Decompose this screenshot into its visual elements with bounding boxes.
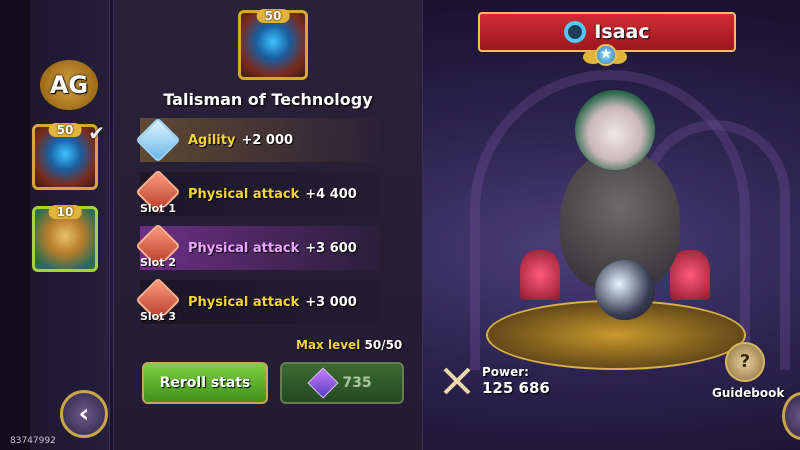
reroll-cost-button[interactable]: 735: [280, 362, 404, 404]
stat-value: +3 000: [305, 294, 357, 310]
selected-check-icon: ✔: [88, 121, 105, 145]
game-logo: AG: [40, 60, 98, 110]
stat-name: Physical attack: [188, 186, 300, 202]
slot-label: Slot 1: [140, 202, 176, 215]
crossed-swords-icon: [440, 364, 474, 398]
crystal-icon: [307, 367, 339, 399]
user-id: 83747992: [10, 436, 56, 446]
sidebar-item-second-artifact[interactable]: 10: [32, 205, 98, 272]
item-level-badge: 10: [48, 205, 82, 219]
item-level-badge: 50: [48, 123, 82, 137]
slot-label: Slot 2: [140, 256, 176, 269]
stat-value: +2 000: [241, 132, 294, 148]
hero-portrait: [520, 80, 730, 360]
slot-label: Slot 3: [140, 310, 176, 323]
stat-value: +3 600: [305, 240, 357, 256]
stat-name: Physical attack: [188, 240, 300, 256]
back-arrow-button[interactable]: ‹: [60, 390, 108, 438]
gear-icon: [564, 21, 587, 43]
talisman-level-badge: 50: [256, 9, 290, 23]
guidebook-button[interactable]: ? Guidebook: [712, 342, 785, 400]
left-edge-strip: [0, 0, 30, 450]
sidebar-item-talisman[interactable]: 50 ✔: [32, 121, 105, 190]
stat-name: Agility: [188, 132, 236, 148]
talisman-icon: 50: [238, 9, 308, 80]
guidebook-icon: ?: [725, 342, 765, 382]
hero-power: Power: 125 686: [440, 364, 550, 398]
reroll-cost: 735: [342, 375, 372, 391]
power-label: Power:: [482, 365, 529, 379]
guidebook-label: Guidebook: [712, 386, 785, 400]
reroll-stats-button[interactable]: Reroll stats: [142, 362, 268, 404]
star-rank-icon: ★: [583, 44, 627, 76]
talisman-title: Talisman of Technology: [163, 90, 373, 109]
hero-name: Isaac: [594, 21, 650, 43]
stat-value: +4 400: [305, 186, 357, 202]
max-level-text: Max level 50/50: [296, 338, 403, 352]
stat-name: Physical attack: [188, 294, 300, 310]
power-value: 125 686: [482, 379, 550, 397]
